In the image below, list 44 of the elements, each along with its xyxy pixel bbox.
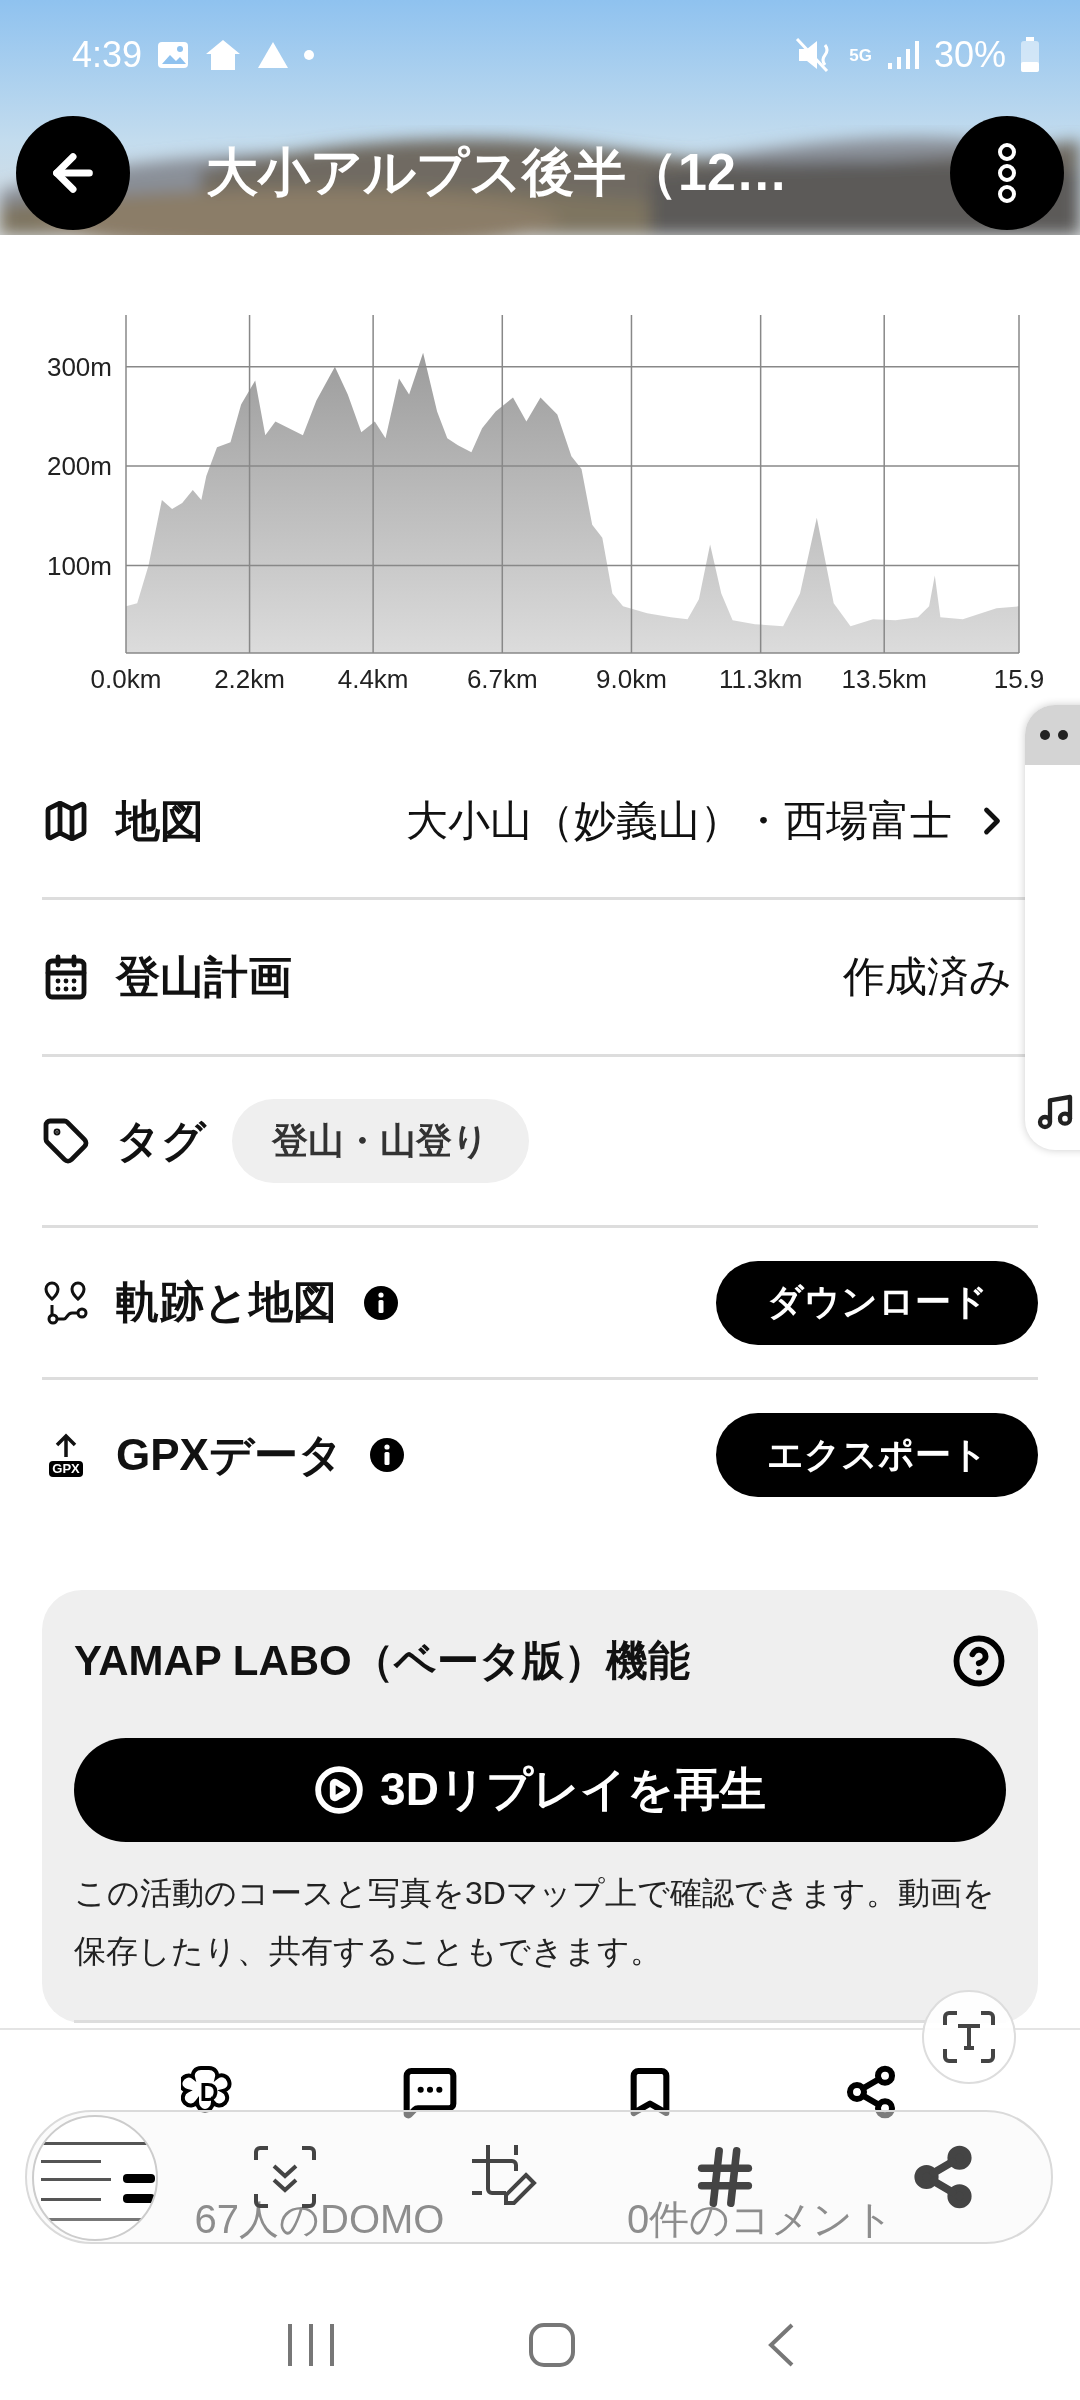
axis-label: 0.0km [90, 664, 162, 694]
card-title: YAMAP LABO（ベータ版）機能 [74, 1636, 691, 1686]
row-label: 地図 [116, 794, 204, 847]
axis-label: 100m [46, 550, 112, 581]
replay-button[interactable]: 3Dリプレイを再生 [74, 1738, 1006, 1842]
help-icon[interactable] [952, 1634, 1006, 1688]
music-note-icon [1035, 1092, 1075, 1132]
network-type: 5G [849, 46, 872, 64]
axis-label: 200m [46, 451, 112, 482]
image-icon [156, 40, 191, 70]
axis-label: 6.7km [466, 664, 538, 694]
play-icon [314, 1765, 365, 1815]
side-panel[interactable] [1025, 705, 1080, 1150]
tag-chip[interactable]: 登山・山登り [232, 1099, 529, 1183]
info-icon[interactable] [363, 1284, 399, 1321]
axis-label: 13.5km [841, 664, 927, 694]
battery-level: 30% [933, 34, 1006, 76]
map-link[interactable]: 大小山（妙義山）・西場富士 [406, 793, 1014, 849]
axis-label: 9.0km [596, 664, 667, 694]
screenshot-thumbnail[interactable] [31, 2114, 159, 2242]
clock: 4:39 [72, 34, 143, 76]
notification-dot-icon [304, 50, 315, 60]
axis-label: 4.4km [337, 664, 409, 694]
action-button[interactable]: ダウンロード [716, 1260, 1038, 1345]
info-icon[interactable] [368, 1437, 405, 1473]
tag-icon [42, 1117, 90, 1165]
row-value: 作成済み [843, 952, 1012, 1002]
card-description: この活動のコースと写真を3Dマップ上で確認できます。動画を保存したり、共有することもできます。 [74, 1874, 996, 1971]
battery-icon [1020, 37, 1040, 73]
signal-icon [885, 39, 920, 71]
axis-label: 300m [46, 351, 112, 382]
action-button[interactable]: エクスポート [716, 1413, 1038, 1497]
row-label: タグ [116, 1114, 206, 1167]
row-label: 登山計画 [116, 950, 292, 1003]
axis-label: 2.2km [214, 664, 285, 694]
row-label: GPXデータ [116, 1428, 343, 1481]
text-scan-icon [943, 2011, 995, 2063]
drag-handle-icon [1039, 729, 1071, 741]
page-title: 大小アルプス後半（12… [206, 141, 789, 203]
triangle-icon [256, 40, 291, 70]
axis-label: 11.3km [719, 664, 803, 694]
row-label: 軌跡と地図 [116, 1276, 337, 1328]
home-button-icon[interactable] [527, 2322, 577, 2368]
axis-label: 15.9 [993, 664, 1045, 694]
